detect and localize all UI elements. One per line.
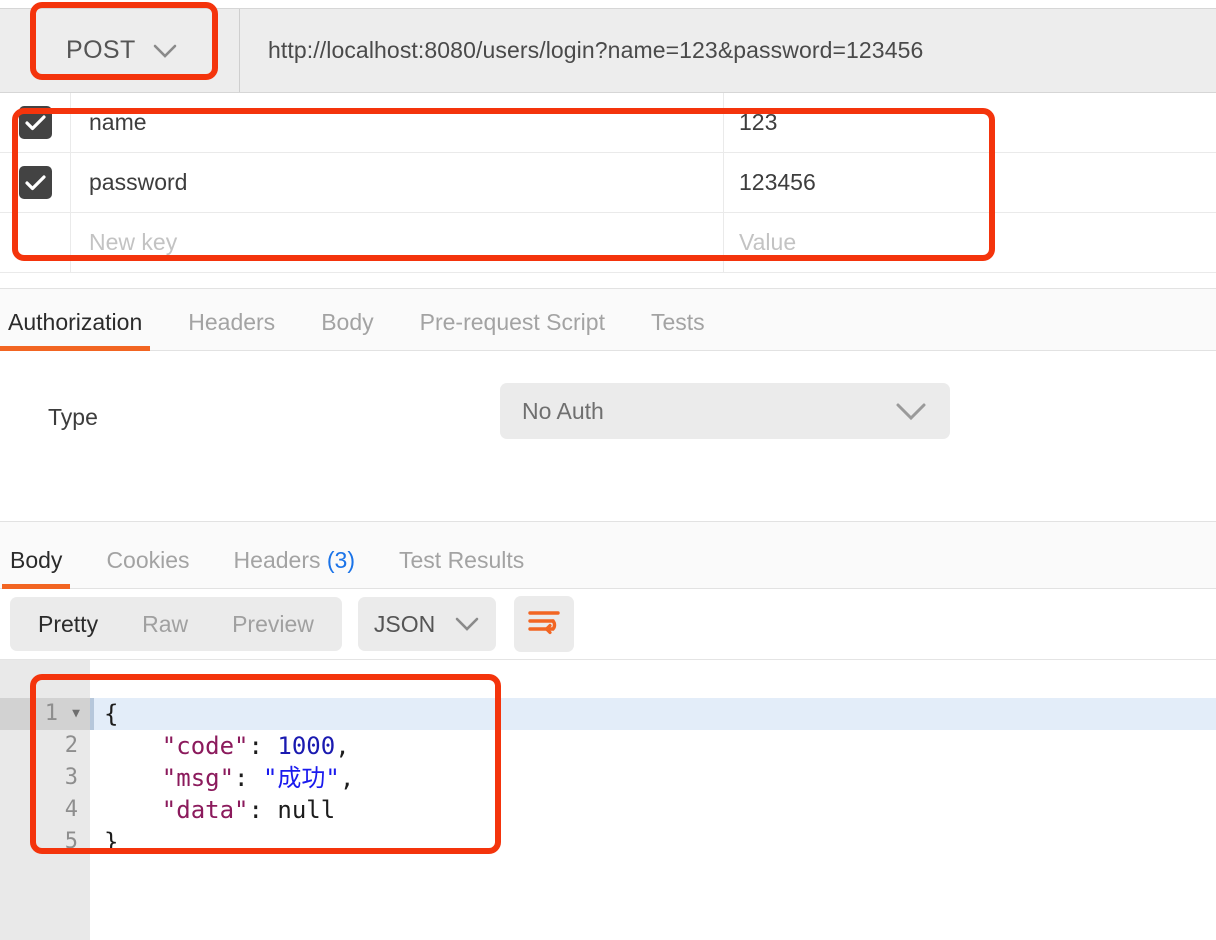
http-method-dropdown[interactable]: POST — [0, 9, 240, 92]
table-row[interactable]: name 123 — [0, 93, 1216, 153]
code-line-2: "code": 1000, — [90, 730, 1216, 762]
tab-response-body[interactable]: Body — [1, 547, 71, 589]
json-close-brace: } — [104, 828, 119, 856]
new-value-input[interactable]: Value — [724, 213, 1216, 272]
param-checkbox-cell[interactable] — [0, 93, 71, 152]
json-value-null: null — [277, 796, 336, 824]
json-comma: , — [335, 732, 350, 760]
response-body-editor[interactable]: 1 ▼ 2 3 4 5 { "code": 1000, "msg": "成功",… — [0, 659, 1216, 940]
tab-authorization[interactable]: Authorization — [0, 309, 151, 351]
view-mode-preview[interactable]: Preview — [210, 611, 336, 638]
tab-headers[interactable]: Headers — [188, 309, 275, 350]
tab-tests[interactable]: Tests — [651, 309, 705, 350]
json-value-number: 1000 — [277, 732, 336, 760]
json-comma: , — [339, 764, 355, 792]
json-open-brace: { — [104, 700, 119, 728]
view-mode-raw[interactable]: Raw — [120, 611, 210, 638]
view-mode-pretty[interactable]: Pretty — [16, 611, 120, 638]
line-number: 3 — [64, 765, 78, 790]
code-fold-triangle-icon[interactable]: ▼ — [72, 698, 80, 730]
line-number: 4 — [64, 797, 78, 822]
authorization-panel: Type No Auth — [0, 352, 1216, 512]
response-view-toolbar: Pretty Raw Preview JSON — [0, 589, 1216, 659]
checkbox-checked-icon[interactable] — [18, 106, 52, 139]
line-number: 1 ▼ — [0, 698, 90, 730]
json-key: "msg" — [161, 764, 235, 792]
json-key: "data" — [161, 796, 249, 824]
line-number: 5 — [64, 829, 78, 854]
tab-response-headers-label: Headers — [233, 547, 321, 573]
auth-type-label: Type — [48, 404, 98, 430]
editor-code-area[interactable]: { "code": 1000, "msg": "成功", "data": nul… — [90, 660, 1216, 940]
http-method-label: POST — [66, 36, 136, 64]
json-key: "code" — [161, 732, 249, 760]
auth-type-select[interactable]: No Auth — [500, 383, 950, 439]
chevron-down-icon — [152, 43, 178, 59]
url-input[interactable]: http://localhost:8080/users/login?name=1… — [240, 9, 1216, 92]
param-key-input[interactable]: password — [71, 153, 724, 212]
tab-response-headers[interactable]: Headers (3) — [234, 547, 355, 588]
new-key-input[interactable]: New key — [71, 213, 724, 272]
tab-cookies[interactable]: Cookies — [106, 547, 189, 588]
auth-type-value: No Auth — [522, 397, 604, 424]
json-value-string: "成功" — [262, 764, 340, 792]
line-number: 2 — [64, 733, 78, 758]
request-tab-bar: Authorization Headers Body Pre-request S… — [0, 288, 1216, 351]
code-line-1: { — [90, 698, 1216, 730]
request-url-bar: POST http://localhost:8080/users/login?n… — [0, 8, 1216, 93]
code-line-4: "data": null — [90, 794, 1216, 826]
tab-pre-request-script[interactable]: Pre-request Script — [420, 309, 605, 350]
response-format-value: JSON — [373, 610, 436, 637]
tab-body[interactable]: Body — [321, 309, 373, 350]
table-row-new[interactable]: New key Value — [0, 213, 1216, 273]
param-value-input[interactable]: 123456 — [724, 153, 1216, 212]
query-params-table: name 123 password 123456 New key Value — [0, 93, 1216, 273]
word-wrap-icon — [527, 608, 561, 641]
param-value-input[interactable]: 123 — [724, 93, 1216, 152]
json-separator: : — [234, 764, 263, 792]
chevron-down-icon — [454, 616, 480, 632]
json-separator: : — [248, 732, 278, 760]
word-wrap-toggle-button[interactable] — [513, 596, 574, 652]
chevron-down-icon — [894, 401, 928, 421]
response-format-select[interactable]: JSON — [357, 597, 496, 651]
json-separator: : — [248, 796, 278, 824]
param-key-input[interactable]: name — [71, 93, 724, 152]
code-line-5: } — [90, 826, 1216, 858]
line-number-text: 1 — [44, 701, 58, 726]
headers-count-badge: (3) — [326, 547, 355, 573]
param-checkbox-cell[interactable] — [0, 153, 71, 212]
table-row[interactable]: password 123456 — [0, 153, 1216, 213]
checkbox-checked-icon[interactable] — [18, 166, 52, 199]
param-checkbox-cell-empty[interactable] — [0, 213, 71, 272]
editor-line-number-gutter: 1 ▼ 2 3 4 5 — [0, 660, 90, 940]
response-tab-bar: Body Cookies Headers (3) Test Results — [0, 521, 1216, 589]
response-view-mode-group: Pretty Raw Preview — [10, 597, 342, 651]
code-line-3: "msg": "成功", — [90, 762, 1216, 794]
tab-test-results[interactable]: Test Results — [399, 547, 524, 588]
